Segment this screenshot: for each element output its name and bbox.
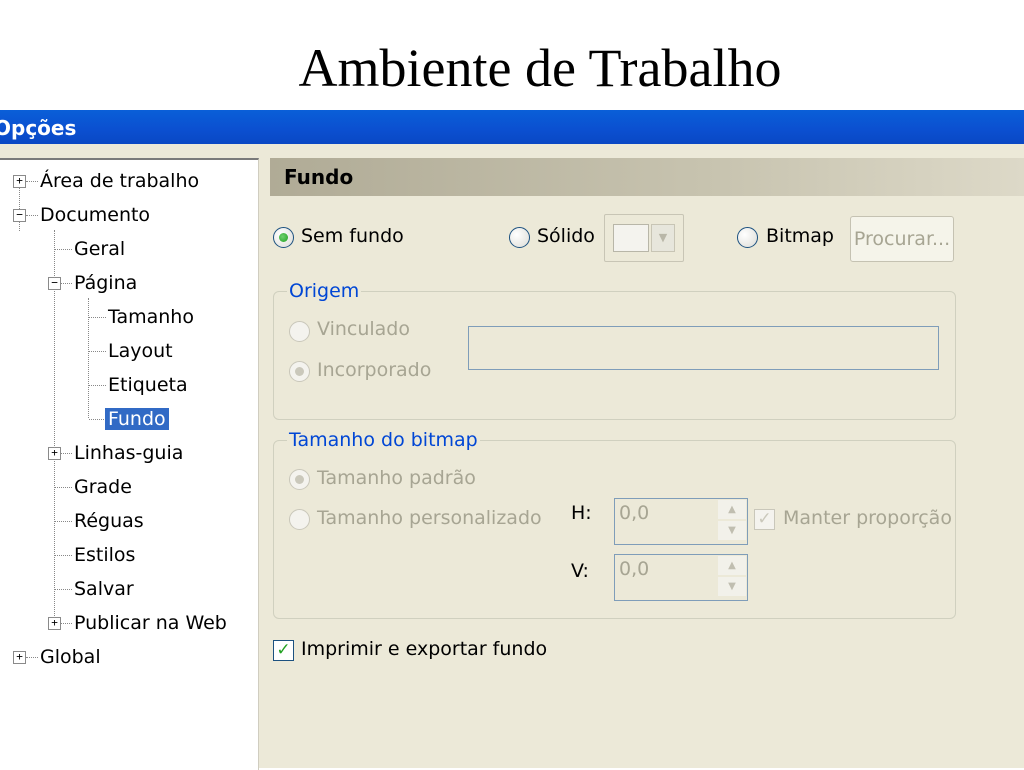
tree-item-label: Documento <box>40 204 151 226</box>
radio-tamanho-padrao[interactable] <box>289 469 310 490</box>
arrow-up-icon[interactable]: ▲ <box>718 500 746 519</box>
tree-connector <box>55 487 72 488</box>
tree-connector <box>89 385 106 386</box>
browse-button[interactable]: Procurar... <box>850 216 954 262</box>
tree-item-label: Global <box>40 646 101 668</box>
tree-connector <box>55 521 72 522</box>
arrow-down-icon[interactable]: ▼ <box>718 577 746 596</box>
expand-icon[interactable]: + <box>13 651 26 664</box>
arrow-down-icon[interactable]: ▼ <box>718 521 746 540</box>
tree-item-label: Linhas-guia <box>74 442 184 464</box>
color-swatch <box>613 224 649 252</box>
height-stepper[interactable]: 0,0 ▲ ▼ <box>614 498 748 545</box>
tree-item-layout[interactable]: Layout <box>105 338 176 364</box>
tree-item-label: Réguas <box>74 510 144 532</box>
arrow-up-icon[interactable]: ▲ <box>718 556 746 575</box>
tree-item-global[interactable]: Global <box>37 644 104 670</box>
radio-vinculado-label[interactable]: Vinculado <box>317 318 410 340</box>
tree-item-label: Layout <box>108 340 173 362</box>
collapse-icon[interactable]: − <box>13 209 26 222</box>
radio-tamanho-padrao-label[interactable]: Tamanho padrão <box>317 467 476 489</box>
expand-icon[interactable]: + <box>48 447 61 460</box>
chevron-down-icon[interactable]: ▼ <box>651 224 675 252</box>
bitmap-size-group-title: Tamanho do bitmap <box>287 429 480 451</box>
radio-incorporado[interactable] <box>289 361 310 382</box>
tree-item-area-de-trabalho[interactable]: Área de trabalho <box>37 168 202 194</box>
tree-item-geral[interactable]: Geral <box>71 236 128 262</box>
panel-title: Fundo <box>284 165 354 189</box>
dialog-title-bar[interactable]: Opções <box>0 110 1024 144</box>
radio-solido-label[interactable]: Sólido <box>537 225 595 247</box>
radio-tamanho-personalizado-label[interactable]: Tamanho personalizado <box>317 507 542 529</box>
origin-group-title: Origem <box>287 280 362 302</box>
tree-item-label: Área de trabalho <box>40 170 200 192</box>
tree-item-label: Tamanho <box>108 306 194 328</box>
tree-item-pagina[interactable]: Página <box>71 270 140 296</box>
expand-icon[interactable]: + <box>48 617 61 630</box>
options-dialog: + − − + + + Área de trabalho Documento G… <box>0 144 1024 770</box>
vertical-label: V: <box>571 560 589 582</box>
tree-item-grade[interactable]: Grade <box>71 474 135 500</box>
tree-connector <box>55 249 72 250</box>
radio-bitmap[interactable] <box>737 227 758 248</box>
stepper-arrows: ▲ ▼ <box>718 500 746 540</box>
tree-item-tamanho[interactable]: Tamanho <box>105 304 197 330</box>
tree-connector <box>55 589 72 590</box>
tree-item-label: Página <box>74 272 138 294</box>
tree-connector <box>88 298 89 418</box>
collapse-icon[interactable]: − <box>48 277 61 290</box>
tree-item-documento[interactable]: Documento <box>37 202 153 228</box>
tree-item-label: Salvar <box>74 578 134 600</box>
radio-sem-fundo[interactable] <box>273 227 294 248</box>
tree-connector <box>89 351 106 352</box>
keep-ratio-label[interactable]: Manter proporção <box>783 507 952 529</box>
tree-item-label: Fundo <box>105 408 169 430</box>
tree-connector <box>55 555 72 556</box>
tree-connector <box>89 419 106 420</box>
tree-item-reguas[interactable]: Réguas <box>71 508 147 534</box>
tree-item-linhas-guia[interactable]: Linhas-guia <box>71 440 186 466</box>
radio-sem-fundo-label[interactable]: Sem fundo <box>301 225 404 247</box>
color-picker[interactable]: ▼ <box>604 214 684 262</box>
tree-item-label: Grade <box>74 476 132 498</box>
tree-item-fundo[interactable]: Fundo <box>105 406 169 432</box>
vertical-stepper[interactable]: 0,0 ▲ ▼ <box>614 554 748 601</box>
tree-connector <box>89 317 106 318</box>
radio-solido[interactable] <box>509 227 530 248</box>
tree-item-salvar[interactable]: Salvar <box>71 576 137 602</box>
keep-ratio-checkbox[interactable]: ✓ <box>754 509 775 530</box>
expand-icon[interactable]: + <box>13 175 26 188</box>
dialog-title: Opções <box>0 116 77 140</box>
panel-header: Fundo <box>270 158 1024 196</box>
options-tree[interactable]: + − − + + + Área de trabalho Documento G… <box>0 158 259 770</box>
tree-item-label: Publicar na Web <box>74 612 227 634</box>
tree-item-label: Geral <box>74 238 126 260</box>
radio-incorporado-label[interactable]: Incorporado <box>317 359 431 381</box>
height-label: H: <box>571 502 592 524</box>
print-export-checkbox[interactable]: ✓ <box>273 640 294 661</box>
radio-bitmap-label[interactable]: Bitmap <box>766 225 834 247</box>
tree-item-label: Etiqueta <box>108 374 188 396</box>
tree-item-etiqueta[interactable]: Etiqueta <box>105 372 191 398</box>
stepper-arrows: ▲ ▼ <box>718 556 746 596</box>
tree-item-estilos[interactable]: Estilos <box>71 542 138 568</box>
print-export-label[interactable]: Imprimir e exportar fundo <box>301 638 547 660</box>
slide-title: Ambiente de Trabalho <box>298 38 782 98</box>
height-value: 0,0 <box>619 502 650 524</box>
radio-vinculado[interactable] <box>289 321 310 342</box>
radio-tamanho-personalizado[interactable] <box>289 509 310 530</box>
vertical-value: 0,0 <box>619 558 650 580</box>
bitmap-path-field[interactable] <box>468 326 939 370</box>
tree-item-publicar-na-web[interactable]: Publicar na Web <box>71 610 230 636</box>
tree-item-label: Estilos <box>74 544 136 566</box>
